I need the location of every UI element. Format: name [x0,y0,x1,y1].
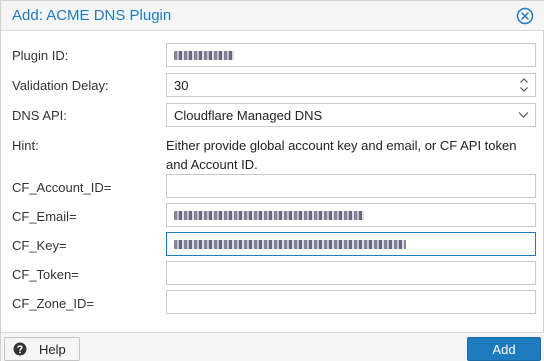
dialog-footer: Help Add [1,332,544,361]
cf-email-field[interactable] [166,203,536,227]
validation-delay-spinner[interactable]: 30 [166,73,536,97]
help-button[interactable]: Help [4,337,80,361]
spinner-arrows-icon[interactable] [519,76,529,94]
help-circle-icon [13,342,27,356]
add-button-label: Add [492,342,516,357]
cf-email-label: CF_Email= [12,209,77,224]
cf-zone-id-label: CF_Zone_ID= [12,296,95,311]
close-icon[interactable] [516,7,534,25]
cf-email-redacted-value [174,211,364,220]
hint-text: Either provide global account key and em… [166,138,517,172]
cf-key-redacted-value [174,240,406,249]
validation-delay-label: Validation Delay: [12,78,109,93]
dns-api-label: DNS API: [12,108,67,123]
plugin-id-label: Plugin ID: [12,48,69,63]
cf-zone-id-field[interactable] [166,290,536,314]
dns-api-value: Cloudflare Managed DNS [174,108,323,123]
cf-account-id-label: CF_Account_ID= [12,180,112,195]
plugin-id-field[interactable] [166,43,536,67]
cf-key-field[interactable] [166,232,536,256]
dns-api-select[interactable]: Cloudflare Managed DNS [166,103,536,127]
dialog-title: Add: ACME DNS Plugin [12,7,172,24]
cf-account-id-field[interactable] [166,174,536,198]
plugin-id-redacted-value [174,51,234,60]
hint-label: Hint: [12,138,39,153]
cf-token-field[interactable] [166,261,536,285]
cf-token-label: CF_Token= [12,267,79,282]
cf-key-label: CF_Key= [12,238,67,253]
help-button-label: Help [39,342,66,357]
dialog-titlebar: Add: ACME DNS Plugin [1,1,544,31]
acme-dns-plugin-dialog: Add: ACME DNS Plugin Plugin ID: Validati… [0,0,544,361]
add-button[interactable]: Add [467,337,541,361]
chevron-down-icon[interactable] [518,109,529,120]
validation-delay-value: 30 [174,78,189,93]
